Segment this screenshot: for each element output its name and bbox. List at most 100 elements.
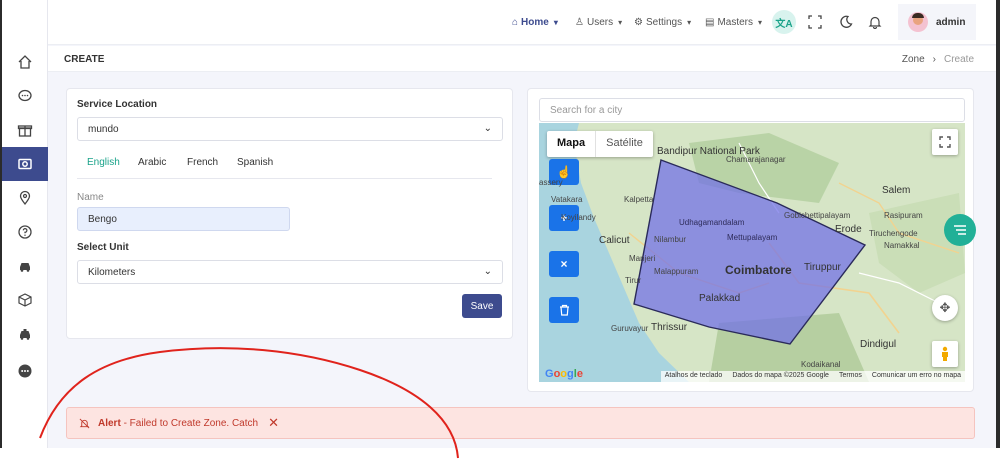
- sidebar-item-chat[interactable]: [2, 79, 48, 113]
- taxi-icon: [20, 329, 30, 340]
- map-data-credit: Dados do mapa ©2025 Google: [732, 372, 829, 379]
- map-pan-control[interactable]: ✥: [932, 295, 958, 321]
- nav-users-label: Users: [586, 17, 614, 28]
- gear-icon: ⚙: [634, 17, 643, 28]
- map-attribution: Atalhos de teclado Dados do mapa ©2025 G…: [660, 371, 965, 382]
- map-label-coimbatore: Coimbatore: [725, 263, 792, 277]
- list-icon: [954, 225, 966, 235]
- bell-off-icon: [79, 418, 90, 428]
- bell-icon[interactable]: [863, 10, 887, 34]
- map-label-dindigul: Dindigul: [860, 339, 897, 350]
- chevron-down-icon: ▾: [687, 18, 692, 27]
- draw-clear-button[interactable]: ×: [549, 251, 579, 277]
- map-icon: [18, 158, 32, 170]
- top-header: ⌂ Home ▾ ♙ Users ▾ ⚙ Settings ▾ ▤ Master…: [48, 0, 996, 45]
- sidebar-item-home[interactable]: [2, 45, 48, 79]
- terms-link[interactable]: Termos: [839, 372, 862, 381]
- sidebar-item-gift[interactable]: [2, 113, 48, 147]
- page-title-bar: CREATE Zone › Create: [48, 46, 996, 72]
- floating-menu-button[interactable]: [944, 214, 976, 246]
- sidebar-item-help[interactable]: [2, 215, 48, 249]
- sidebar-item-packages[interactable]: [2, 283, 48, 317]
- map-label-malappuram: Malappuram: [654, 267, 699, 276]
- fullscreen-icon[interactable]: [803, 10, 827, 34]
- map-label-nilambur: Nilambur: [654, 235, 687, 244]
- sidebar-item-taxi[interactable]: [2, 317, 48, 351]
- map-type-toggle: Mapa Satélite: [547, 131, 653, 157]
- chevron-down-icon: ▾: [618, 18, 623, 27]
- close-icon[interactable]: ✕: [268, 415, 279, 431]
- map-label-gobichettipalayam: Gobichettipalayam: [784, 211, 851, 220]
- sidebar-item-zone[interactable]: [2, 147, 48, 181]
- map-label-chamarajanagar: Chamarajanagar: [726, 155, 786, 164]
- breadcrumb: Zone › Create: [902, 54, 974, 65]
- help-icon: [18, 225, 32, 239]
- chevron-down-icon: ⌄: [483, 266, 492, 277]
- map-label-udhagamandalam: Udhagamandalam: [679, 218, 745, 227]
- map-label-salem: Salem: [882, 185, 911, 196]
- pegman-icon: [942, 346, 948, 361]
- sidebar-item-vehicles[interactable]: [2, 249, 48, 283]
- alert-message: - Failed to Create Zone. Catch: [120, 417, 259, 429]
- map-label-tirur: Tirur: [625, 276, 642, 285]
- window-bottom-edge: [0, 448, 1000, 460]
- map-label-palakkad: Palakkad: [699, 293, 741, 304]
- chevron-down-icon: ⌄: [483, 123, 492, 134]
- map-label-calicut: Calicut: [599, 235, 630, 246]
- map-label-hassery: assery: [539, 178, 563, 187]
- map-type-map[interactable]: Mapa: [547, 131, 595, 157]
- map-label-kodaikanal: Kodaikanal: [801, 360, 841, 369]
- nav-home[interactable]: ⌂ Home ▾: [512, 0, 558, 45]
- name-input[interactable]: Bengo: [77, 207, 290, 231]
- keyboard-shortcuts-link[interactable]: Atalhos de teclado: [665, 372, 723, 381]
- scrollbar[interactable]: [996, 0, 1000, 460]
- zone-form-card: Service Location mundo ⌄ English Arabic …: [66, 88, 513, 339]
- tab-french[interactable]: French: [187, 157, 218, 168]
- unit-select[interactable]: Kilometers ⌄: [77, 260, 503, 284]
- save-button[interactable]: Save: [462, 294, 502, 318]
- trash-icon: [559, 304, 569, 316]
- nav-settings[interactable]: ⚙ Settings ▾: [634, 0, 691, 45]
- fullscreen-icon: [939, 136, 951, 148]
- map-label-tiruppur: Tiruppur: [804, 262, 841, 273]
- report-error-link[interactable]: Comunicar um erro no mapa: [872, 372, 961, 381]
- google-logo: Google: [545, 368, 583, 380]
- chat-icon: [18, 89, 32, 102]
- breadcrumb-create: Create: [943, 54, 974, 65]
- gift-icon: [17, 125, 33, 137]
- chevron-down-icon: ▾: [553, 18, 558, 27]
- map-label-vatakara: Vatakara: [551, 195, 583, 204]
- user-name: admin: [936, 16, 966, 28]
- nav-masters-label: Masters: [717, 17, 754, 28]
- chevron-right-icon: ›: [932, 54, 936, 65]
- service-location-label: Service Location: [77, 99, 158, 110]
- map-label-guruvayur: Guruvayur: [611, 324, 649, 333]
- error-alert: Alert - Failed to Create Zone. Catch ✕: [66, 407, 975, 439]
- street-view-button[interactable]: [932, 341, 958, 367]
- city-search-input[interactable]: Search for a city: [539, 98, 965, 122]
- map-fullscreen-button[interactable]: [932, 129, 958, 155]
- draw-delete-button[interactable]: [549, 297, 579, 323]
- unit-label: Select Unit: [77, 242, 129, 253]
- nav-home-label: Home: [521, 17, 549, 28]
- user-menu[interactable]: admin: [898, 4, 976, 40]
- map-label-mettupalayam: Mettupalayam: [727, 233, 778, 242]
- location-pin-icon: [19, 190, 31, 206]
- map-label-koyilandy: Koyilandy: [561, 213, 596, 222]
- name-label: Name: [77, 192, 104, 203]
- breadcrumb-zone[interactable]: Zone: [902, 54, 925, 65]
- nav-users[interactable]: ♙ Users ▾: [575, 0, 622, 45]
- sidebar-item-more[interactable]: [2, 354, 48, 388]
- tab-arabic[interactable]: Arabic: [138, 157, 166, 168]
- map-type-satellite[interactable]: Satélite: [595, 131, 653, 157]
- language-tabs: English Arabic French Spanish: [77, 151, 492, 179]
- tab-english[interactable]: English: [87, 157, 120, 168]
- tab-spanish[interactable]: Spanish: [237, 157, 273, 168]
- translate-icon[interactable]: 文A: [772, 10, 796, 34]
- map-label-rasipuram: Rasipuram: [884, 211, 923, 220]
- sidebar-item-location[interactable]: [2, 181, 48, 215]
- service-location-select[interactable]: mundo ⌄: [77, 117, 503, 141]
- moon-icon[interactable]: [834, 10, 858, 34]
- map-view[interactable]: Mapa Satélite ☝ + × ✥ Bandipur National …: [539, 123, 965, 382]
- nav-masters[interactable]: ▤ Masters ▾: [705, 0, 762, 45]
